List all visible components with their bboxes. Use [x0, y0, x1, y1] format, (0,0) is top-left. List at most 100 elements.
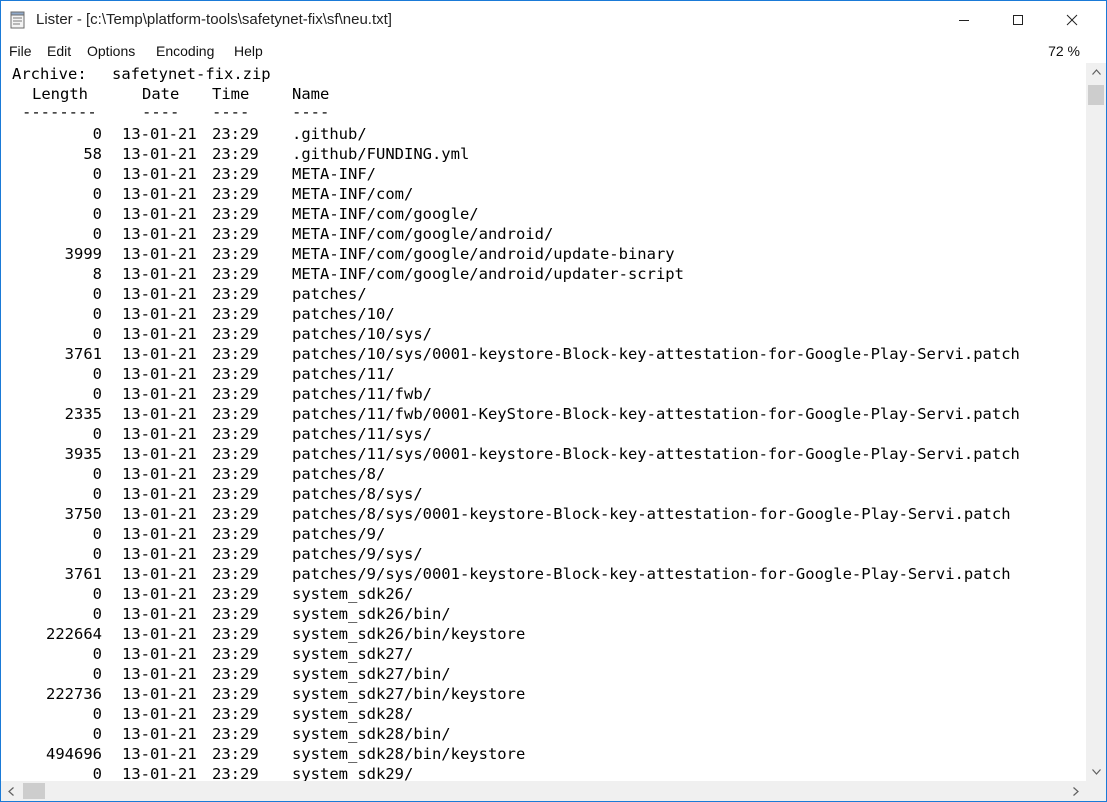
file-date: 13-01-21 — [122, 665, 197, 683]
menu-help[interactable]: Help — [234, 43, 263, 59]
file-date: 13-01-21 — [122, 325, 197, 343]
file-date: 13-01-21 — [122, 725, 197, 743]
separator-line: -------- ---- ---- ---- — [12, 102, 329, 122]
file-length: 58 — [83, 145, 102, 163]
maximize-button[interactable] — [995, 1, 1041, 39]
file-time: 23:29 — [212, 285, 259, 303]
menu-encoding[interactable]: Encoding — [156, 43, 214, 59]
file-time: 23:29 — [212, 545, 259, 563]
header-time: Time — [212, 85, 250, 103]
file-length: 0 — [92, 725, 102, 743]
file-time: 23:29 — [212, 465, 259, 483]
file-length: 0 — [92, 285, 102, 303]
file-name: patches/10/ — [292, 305, 395, 323]
file-date: 13-01-21 — [122, 145, 197, 163]
file-length: 0 — [92, 185, 102, 203]
file-name: patches/9/sys/0001-keystore-Block-key-at… — [292, 565, 1011, 583]
menu-options[interactable]: Options — [87, 43, 135, 59]
listing-content[interactable]: Archive: safetynet-fix.zip Length Date T… — [1, 63, 1086, 781]
file-date: 13-01-21 — [122, 205, 197, 223]
file-length: 0 — [92, 485, 102, 503]
file-time: 23:29 — [212, 185, 259, 203]
file-name: META-INF/com/ — [292, 185, 414, 203]
archive-name: safetynet-fix.zip — [112, 65, 271, 83]
file-length: 0 — [92, 585, 102, 603]
file-length: 0 — [92, 305, 102, 323]
horizontal-scrollbar[interactable] — [1, 781, 1086, 801]
file-date: 13-01-21 — [122, 485, 197, 503]
file-time: 23:29 — [212, 305, 259, 323]
file-time: 23:29 — [212, 705, 259, 723]
file-name: patches/10/sys/0001-keystore-Block-key-a… — [292, 345, 1020, 363]
horizontal-scroll-thumb[interactable] — [23, 783, 45, 799]
file-name: META-INF/com/google/ — [292, 205, 479, 223]
file-name: system_sdk28/bin/ — [292, 725, 451, 743]
file-name: .github/FUNDING.yml — [292, 145, 470, 163]
file-date: 13-01-21 — [122, 625, 197, 643]
file-length: 3761 — [64, 565, 102, 583]
file-date: 13-01-21 — [122, 605, 197, 623]
file-date: 13-01-21 — [122, 525, 197, 543]
file-date: 13-01-21 — [122, 225, 197, 243]
file-length: 0 — [92, 545, 102, 563]
file-length: 0 — [92, 705, 102, 723]
file-time: 23:29 — [212, 145, 259, 163]
scroll-left-button[interactable] — [1, 781, 21, 801]
header-length: Length — [32, 85, 88, 103]
file-time: 23:29 — [212, 345, 259, 363]
file-date: 13-01-21 — [122, 345, 197, 363]
file-time: 23:29 — [212, 325, 259, 343]
file-length: 0 — [92, 525, 102, 543]
scroll-up-button[interactable] — [1086, 63, 1106, 81]
separator-time: ---- — [212, 103, 250, 121]
file-date: 13-01-21 — [122, 585, 197, 603]
file-date: 13-01-21 — [122, 265, 197, 283]
title-bar[interactable]: Lister - [c:\Temp\platform-tools\safetyn… — [1, 1, 1106, 39]
file-name: patches/8/sys/0001-keystore-Block-key-at… — [292, 505, 1011, 523]
scroll-right-button[interactable] — [1066, 781, 1086, 801]
file-name: system_sdk26/ — [292, 585, 414, 603]
vertical-scrollbar[interactable] — [1086, 63, 1106, 781]
file-name: META-INF/com/google/android/update-binar… — [292, 245, 675, 263]
file-length: 0 — [92, 605, 102, 623]
file-name: patches/11/sys/0001-keystore-Block-key-a… — [292, 445, 1020, 463]
file-length: 0 — [92, 665, 102, 683]
scroll-down-button[interactable] — [1086, 763, 1106, 781]
file-length: 8 — [92, 265, 102, 283]
lister-window: Lister - [c:\Temp\platform-tools\safetyn… — [0, 0, 1107, 802]
maximize-icon — [1013, 15, 1023, 25]
file-length: 3999 — [64, 245, 102, 263]
file-length: 0 — [92, 425, 102, 443]
file-date: 13-01-21 — [122, 385, 197, 403]
window-title: Lister - [c:\Temp\platform-tools\safetyn… — [36, 11, 392, 28]
file-length: 0 — [92, 125, 102, 143]
file-date: 13-01-21 — [122, 445, 197, 463]
minimize-button[interactable] — [941, 1, 987, 39]
close-icon — [1066, 14, 1078, 26]
file-time: 23:29 — [212, 385, 259, 403]
file-length: 222664 — [46, 625, 102, 643]
menu-file[interactable]: File — [9, 43, 32, 59]
vertical-scroll-thumb[interactable] — [1088, 85, 1104, 105]
file-length: 0 — [92, 225, 102, 243]
menu-edit[interactable]: Edit — [47, 43, 71, 59]
file-name: META-INF/com/google/android/ — [292, 225, 554, 243]
file-date: 13-01-21 — [122, 365, 197, 383]
file-length: 222736 — [46, 685, 102, 703]
file-name: META-INF/ — [292, 165, 376, 183]
file-name: patches/ — [292, 285, 367, 303]
file-length: 3750 — [64, 505, 102, 523]
file-length: 0 — [92, 165, 102, 183]
file-time: 23:29 — [212, 645, 259, 663]
file-length: 3935 — [64, 445, 102, 463]
file-time: 23:29 — [212, 745, 259, 763]
file-date: 13-01-21 — [122, 185, 197, 203]
notepad-icon[interactable] — [10, 11, 26, 29]
file-time: 23:29 — [212, 725, 259, 743]
close-button[interactable] — [1049, 1, 1095, 39]
file-length: 0 — [92, 205, 102, 223]
file-time: 23:29 — [212, 225, 259, 243]
file-length: 0 — [92, 465, 102, 483]
file-time: 23:29 — [212, 585, 259, 603]
file-time: 23:29 — [212, 405, 259, 423]
